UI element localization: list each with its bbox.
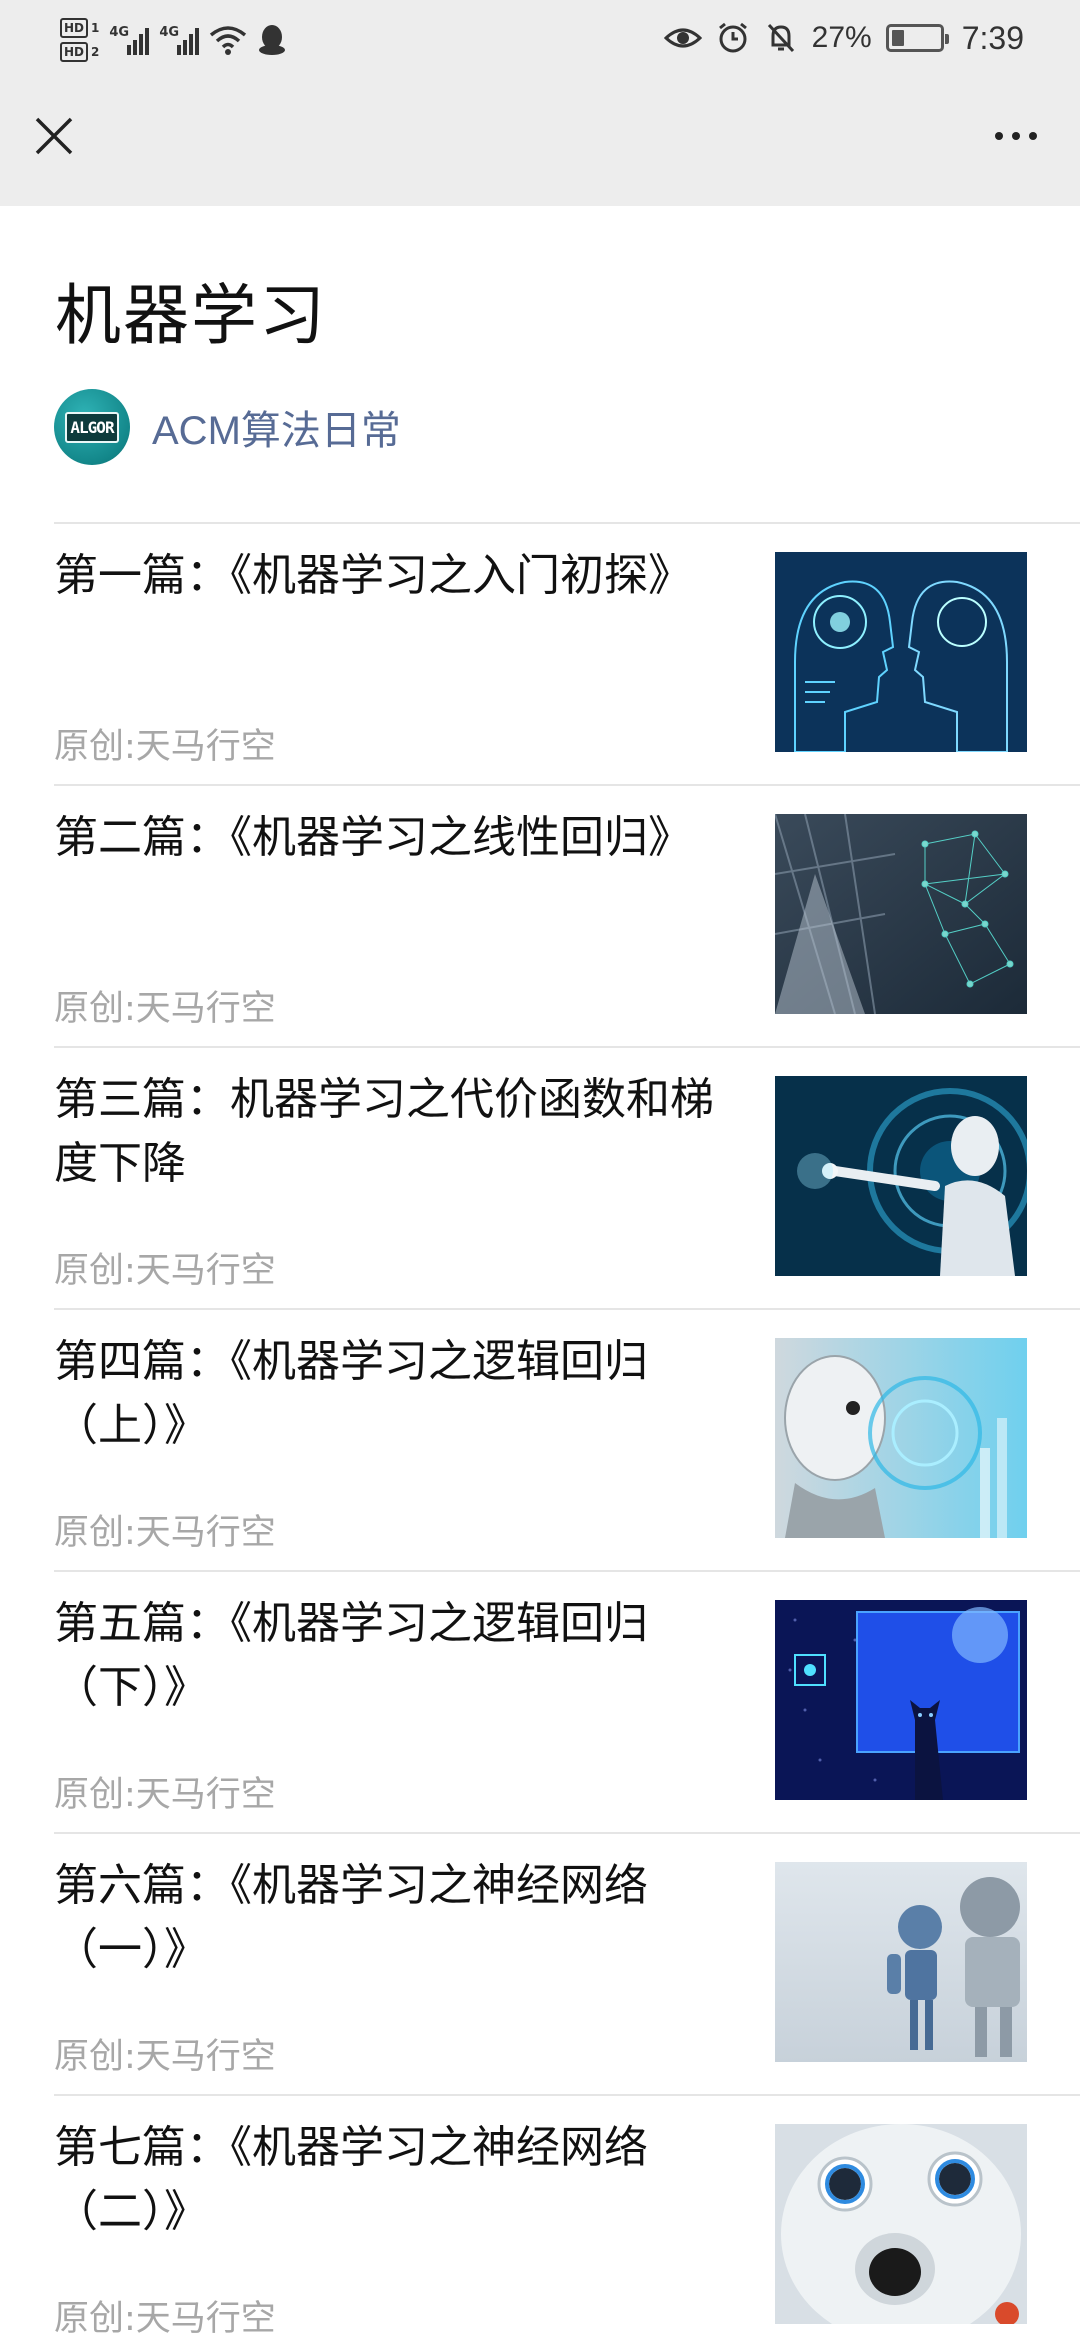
article-item[interactable]: 第四篇：《机器学习之逻辑回归（上）》 原创:天马行空 — [54, 1308, 1080, 1570]
toy-robots-thumbnail[interactable] — [775, 1862, 1027, 2062]
nav-bar — [0, 76, 1080, 206]
status-bar: HD 1 HD 2 4G 4G 27% 7:39 — [0, 0, 1080, 76]
net1-label: 4G — [109, 25, 130, 40]
page-title: 机器学习 — [55, 277, 327, 354]
article-title[interactable]: 第一篇：《机器学习之入门初探》 — [54, 544, 754, 608]
hd2-label: HD — [60, 42, 89, 62]
article-source: 原创:天马行空 — [54, 2037, 276, 2077]
status-right: 27% 7:39 — [663, 14, 1024, 62]
qq-icon — [259, 25, 286, 55]
hd2-sub: 2 — [91, 45, 100, 59]
alarm-icon — [718, 22, 747, 53]
signal-1-icon: 4G — [109, 25, 150, 55]
battery-percent: 27% — [811, 21, 872, 54]
article-title[interactable]: 第三篇：机器学习之代价函数和梯度下降 — [54, 1068, 754, 1196]
article-item[interactable]: 第一篇：《机器学习之入门初探》 原创:天马行空 — [54, 522, 1080, 784]
clock-time: 7:39 — [961, 19, 1024, 56]
more-icon-dot — [1012, 132, 1020, 140]
more-icon-dot — [1029, 132, 1037, 140]
robot-hand-thumbnail[interactable] — [775, 1076, 1027, 1276]
article-item[interactable]: 第三篇：机器学习之代价函数和梯度下降 原创:天马行空 — [54, 1046, 1080, 1308]
avatar[interactable]: ALGOR — [54, 389, 130, 465]
article-title[interactable]: 第六篇：《机器学习之神经网络（一）》 — [54, 1854, 754, 1982]
avatar-text: ALGOR — [65, 411, 119, 443]
net2-label: 4G — [159, 25, 180, 40]
signal-2-icon: 4G — [159, 25, 200, 55]
cat-screen-thumbnail[interactable] — [775, 1600, 1027, 1800]
article-source: 原创:天马行空 — [54, 2299, 276, 2339]
article-source: 原创:天马行空 — [54, 1513, 276, 1553]
round-robot-thumbnail[interactable] — [775, 2124, 1027, 2324]
top-bar-background: HD 1 HD 2 4G 4G 27% 7:39 — [0, 0, 1080, 206]
hd1-badge: HD 1 — [60, 18, 99, 38]
brain-ai-thumbnail[interactable] — [775, 552, 1027, 752]
account-row[interactable]: ALGOR ACM算法日常 — [54, 388, 401, 466]
mute-bell-icon — [767, 23, 794, 53]
article-item[interactable]: 第五篇：《机器学习之逻辑回归（下）》 原创:天马行空 — [54, 1570, 1080, 1832]
article-item[interactable]: 第六篇：《机器学习之神经网络（一）》 原创:天马行空 — [54, 1832, 1080, 2094]
article-title[interactable]: 第七篇：《机器学习之神经网络（二）》 — [54, 2116, 754, 2244]
article-list: 第一篇：《机器学习之入门初探》 原创:天马行空 第二篇：《机器学习之线性回归》 … — [0, 522, 1080, 2340]
robot-face-thumbnail[interactable] — [775, 1338, 1027, 1538]
eye-icon — [663, 28, 702, 48]
account-name-link[interactable]: ACM算法日常 — [152, 398, 401, 456]
status-left: HD 1 HD 2 4G 4G — [60, 10, 287, 70]
more-button[interactable] — [976, 106, 1056, 166]
article-item[interactable]: 第七篇：《机器学习之神经网络（二）》 原创:天马行空 — [54, 2094, 1080, 2340]
wifi-icon — [210, 26, 247, 55]
article-title[interactable]: 第四篇：《机器学习之逻辑回归（上）》 — [54, 1330, 754, 1458]
hd-indicators: HD 1 HD 2 — [60, 18, 99, 62]
article-item[interactable]: 第二篇：《机器学习之线性回归》 原创:天马行空 — [54, 784, 1080, 1046]
article-source: 原创:天马行空 — [54, 1775, 276, 1815]
hd1-label: HD — [60, 18, 89, 38]
battery-fill — [891, 30, 904, 46]
article-source: 原创:天马行空 — [54, 1251, 276, 1291]
close-button[interactable] — [24, 106, 84, 166]
article-source: 原创:天马行空 — [54, 727, 276, 767]
battery-icon — [885, 24, 949, 52]
more-icon — [995, 132, 1003, 140]
network-city-thumbnail[interactable] — [775, 814, 1027, 1014]
close-icon — [35, 117, 73, 155]
article-source: 原创:天马行空 — [54, 989, 276, 1029]
hd2-badge: HD 2 — [60, 42, 99, 62]
hd1-sub: 1 — [91, 21, 100, 35]
article-title[interactable]: 第五篇：《机器学习之逻辑回归（下）》 — [54, 1592, 754, 1720]
article-title[interactable]: 第二篇：《机器学习之线性回归》 — [54, 806, 754, 870]
